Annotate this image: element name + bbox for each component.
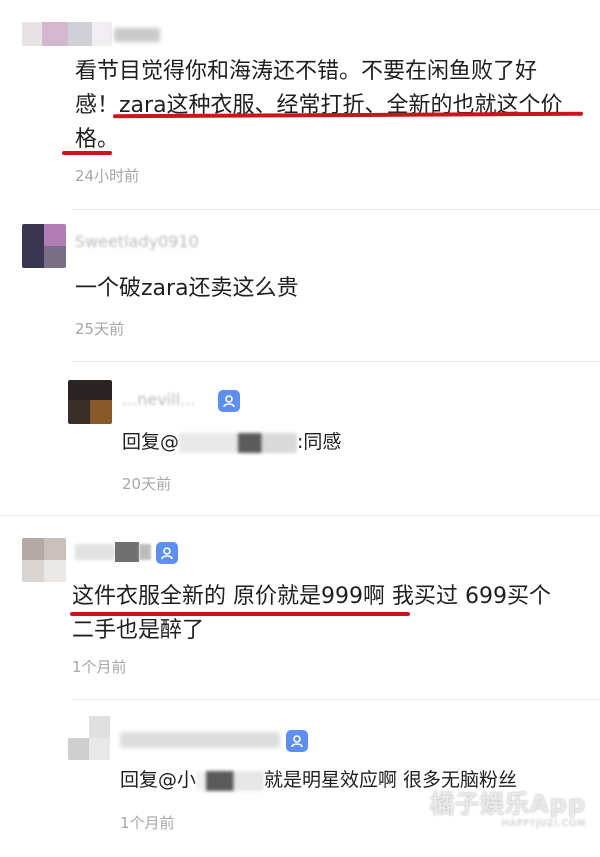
divider	[72, 699, 600, 700]
reply-suffix: :同感	[297, 431, 342, 453]
mention-mosaic	[179, 432, 298, 453]
mention-mosaic	[196, 770, 265, 791]
username-mosaic[interactable]	[75, 542, 151, 562]
divider	[72, 361, 600, 362]
username[interactable]: Sweetlady0910	[75, 232, 199, 251]
reply-avatar	[68, 716, 110, 760]
comment-time: 25天前	[75, 320, 125, 338]
comment-time: 24小时前	[75, 167, 140, 185]
avatar	[22, 538, 66, 582]
comment-text: 一个破zara还卖这么贵	[75, 276, 299, 301]
reply-username-mosaic[interactable]	[120, 730, 280, 750]
username-mosaic	[22, 22, 162, 46]
reply-avatar	[68, 380, 112, 424]
verified-user-icon	[286, 730, 308, 752]
comment-text-rest: 我买过 699买个	[385, 584, 551, 609]
watermark-url: HAPPYJUZI.COM	[502, 819, 586, 829]
comment-text-highlight: 这件衣服全新的 原价就是999啊	[72, 584, 385, 609]
comment-text-line-2: 二手也是醉了	[72, 618, 205, 643]
comment-text-line-1: 这件衣服全新的 原价就是999啊 我买过 699买个	[72, 580, 551, 614]
comment-text-line-1: 看节目觉得你和海涛还不错。不要在闲鱼败了好	[75, 59, 538, 84]
reply-prefix: 回复@	[122, 431, 180, 453]
verified-user-icon	[218, 390, 240, 412]
reply-username[interactable]: ...nevill...	[122, 390, 195, 409]
reply-time: 1个月前	[120, 814, 175, 832]
avatar	[22, 224, 66, 268]
reply-text: 回复@ :同感	[122, 428, 341, 456]
highlight-underline	[62, 151, 112, 155]
reply-prefix: 回复@小	[120, 769, 197, 791]
comment-2: Sweetlady0910 一个破zara还卖这么贵 25天前 ...nevil…	[0, 210, 600, 516]
watermark: 橘子娱乐App HAPPYJUZI.COM	[430, 784, 586, 829]
comment-1: 看节目觉得你和海涛还不错。不要在闲鱼败了好 感！zara这种衣服、经常打折、全新…	[0, 0, 600, 210]
highlight-underline	[70, 612, 410, 616]
reply-time: 20天前	[122, 475, 172, 493]
watermark-logo-text: 橘子娱乐App	[430, 790, 586, 818]
comment-time: 1个月前	[72, 658, 127, 676]
verified-user-icon	[156, 542, 178, 564]
